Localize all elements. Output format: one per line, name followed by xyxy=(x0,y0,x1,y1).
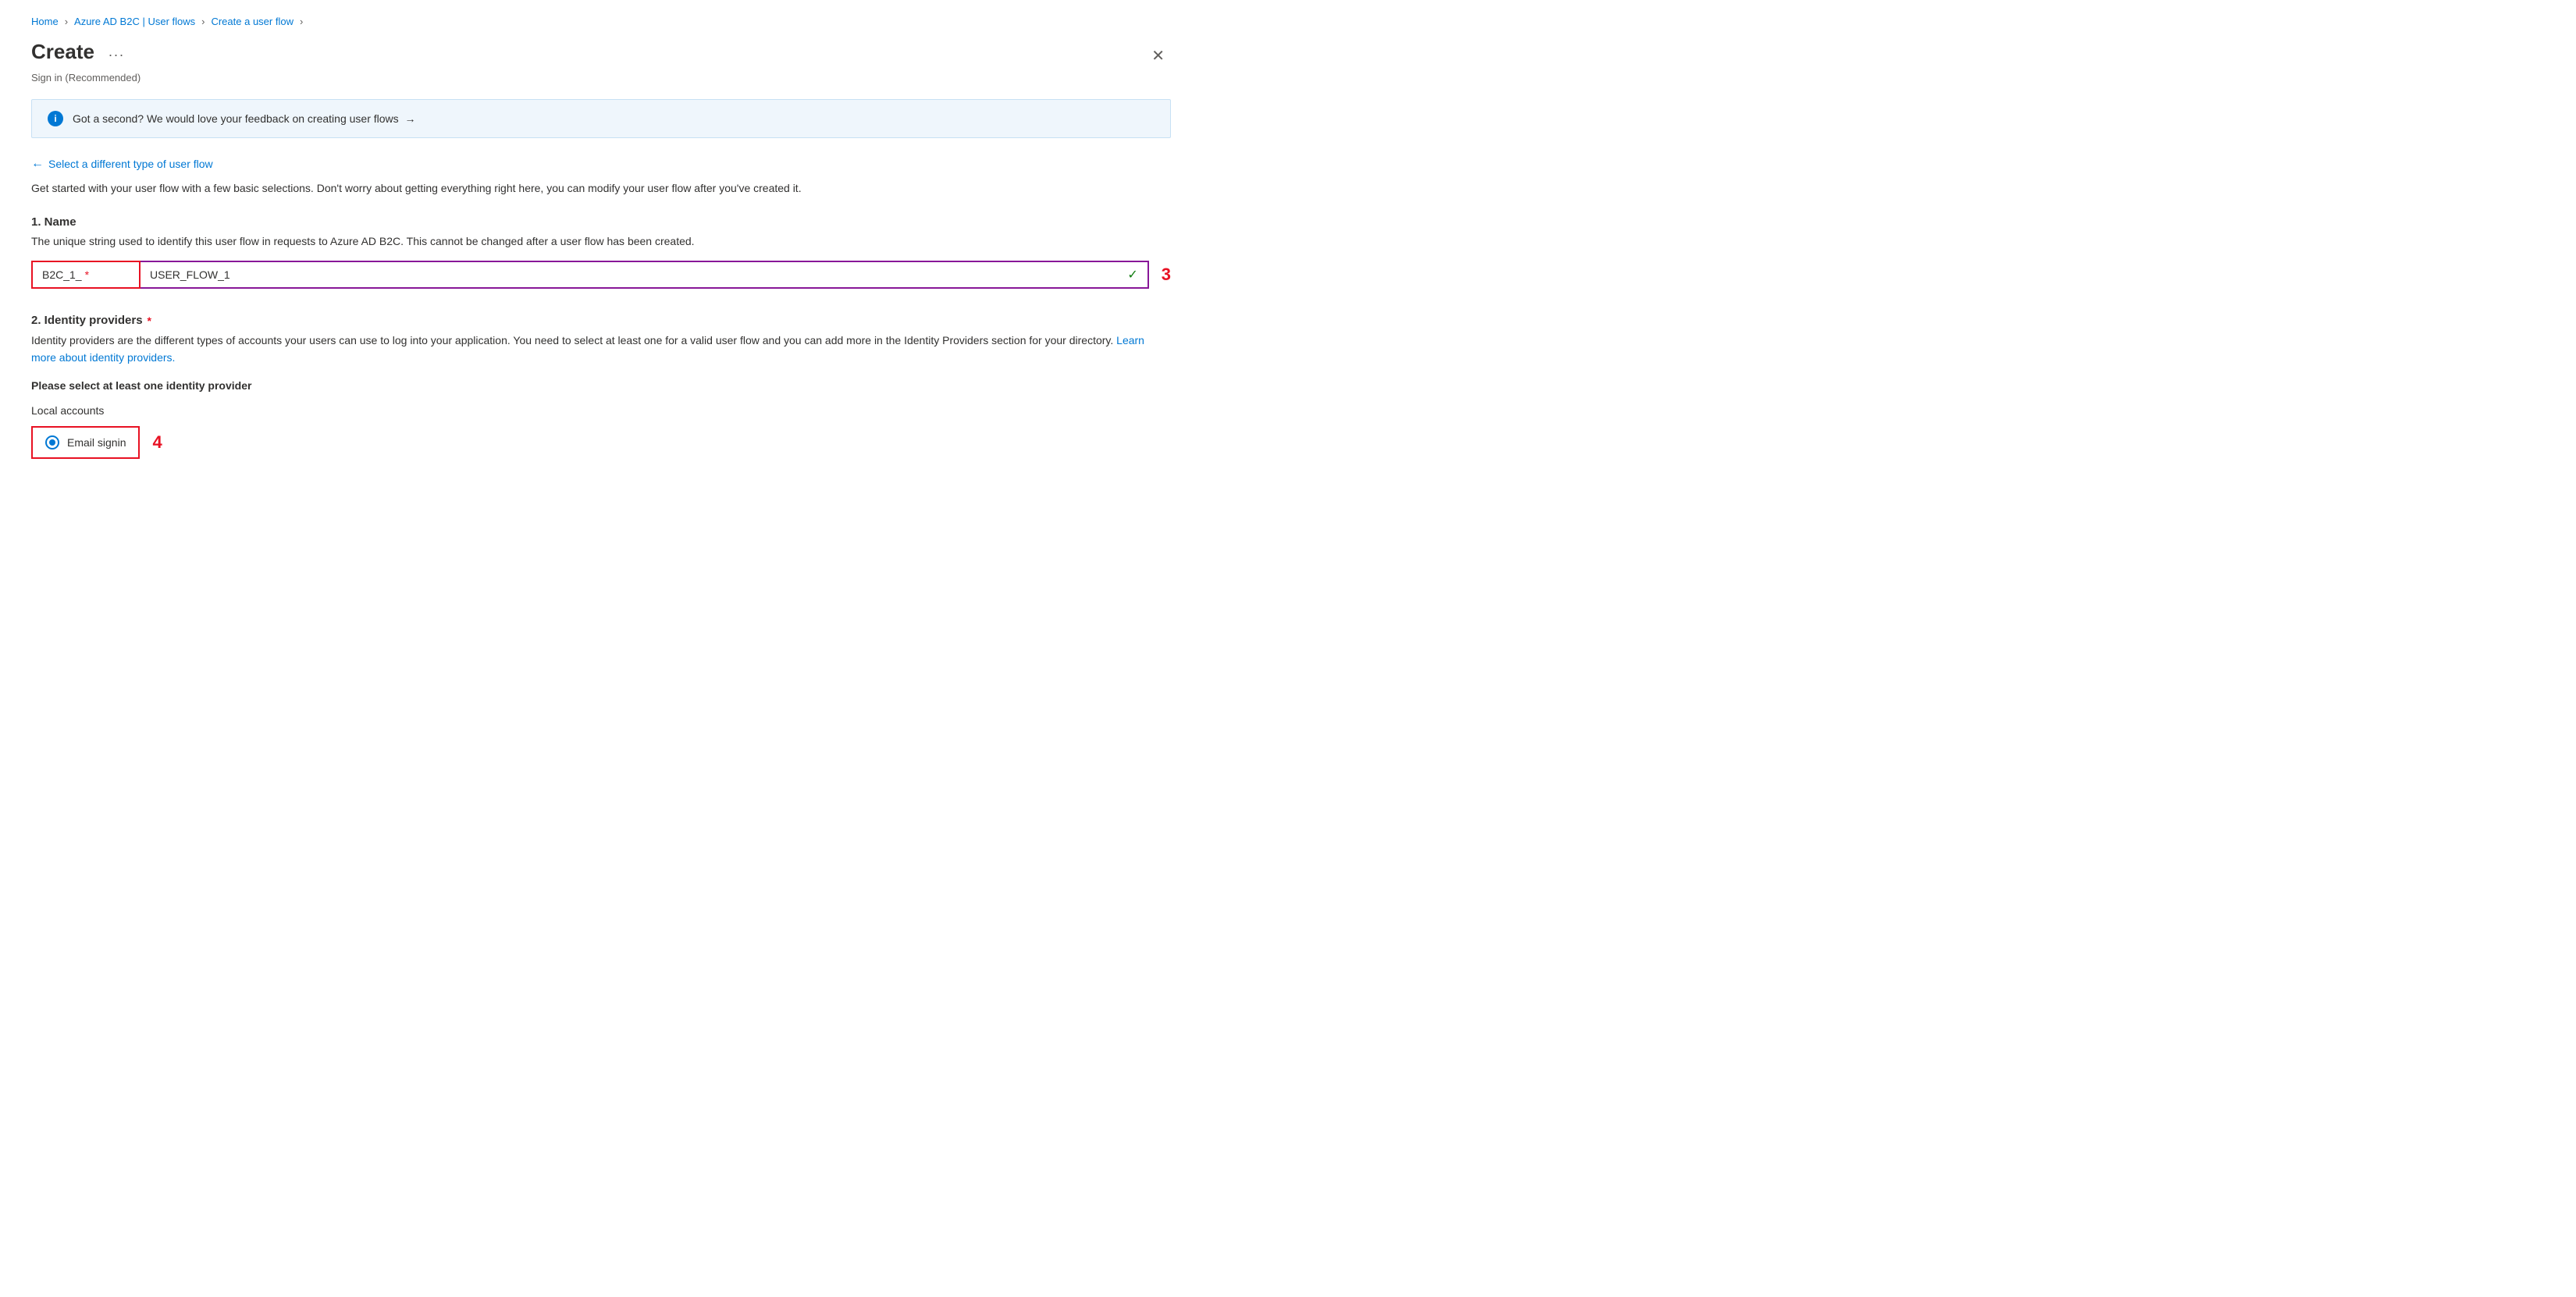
header-left: Create ... xyxy=(31,40,130,64)
name-input-wrapper: ✓ xyxy=(141,261,1149,289)
info-banner-text: Got a second? We would love your feedbac… xyxy=(73,112,416,125)
breadcrumb-sep-3: › xyxy=(300,16,303,27)
radio-circle xyxy=(45,435,59,450)
please-select-text: Please select at least one identity prov… xyxy=(31,379,1171,392)
breadcrumb: Home › Azure AD B2C | User flows › Creat… xyxy=(31,16,1171,27)
back-link-label: Select a different type of user flow xyxy=(48,158,213,170)
name-prefix-box: B2C_1_ * xyxy=(31,261,141,289)
email-signin-option[interactable]: Email signin xyxy=(31,426,140,459)
section2-title-row: 2. Identity providers * xyxy=(31,314,1171,327)
email-signin-label: Email signin xyxy=(67,436,126,449)
page-title: Create xyxy=(31,40,94,64)
section2-title: 2. Identity providers xyxy=(31,314,143,327)
name-input-row: B2C_1_ * ✓ 3 xyxy=(31,261,1171,289)
identity-description: Identity providers are the different typ… xyxy=(31,332,1171,367)
identity-desc-text: Identity providers are the different typ… xyxy=(31,334,1116,346)
back-arrow-icon: ← xyxy=(31,157,44,171)
page-container: Home › Azure AD B2C | User flows › Creat… xyxy=(0,0,1202,474)
breadcrumb-create-user-flow[interactable]: Create a user flow xyxy=(211,16,294,27)
annotation-4: 4 xyxy=(152,432,162,453)
close-button[interactable]: ✕ xyxy=(1145,43,1171,69)
info-icon: i xyxy=(48,111,63,126)
required-star-2: * xyxy=(148,314,151,327)
breadcrumb-user-flows[interactable]: Azure AD B2C | User flows xyxy=(74,16,195,27)
radio-inner xyxy=(49,439,55,446)
info-banner[interactable]: i Got a second? We would love your feedb… xyxy=(31,99,1171,138)
section1-description: The unique string used to identify this … xyxy=(31,233,1171,250)
input-check-icon: ✓ xyxy=(1127,267,1137,282)
required-star-1: * xyxy=(85,268,89,281)
page-subtitle: Sign in (Recommended) xyxy=(31,72,1171,84)
name-input[interactable] xyxy=(141,262,1147,287)
section1-title: 1. Name xyxy=(31,215,1171,229)
header-row: Create ... ✕ xyxy=(31,40,1171,69)
ellipsis-button[interactable]: ... xyxy=(104,42,130,62)
local-accounts-label: Local accounts xyxy=(31,404,1171,417)
back-link[interactable]: ← Select a different type of user flow xyxy=(31,157,1171,171)
name-prefix: B2C_1_ xyxy=(42,268,82,281)
breadcrumb-sep-1: › xyxy=(65,16,68,27)
info-arrow: → xyxy=(405,112,416,125)
breadcrumb-home[interactable]: Home xyxy=(31,16,59,27)
breadcrumb-sep-2: › xyxy=(201,16,205,27)
annotation-3: 3 xyxy=(1162,266,1171,283)
flow-description: Get started with your user flow with a f… xyxy=(31,180,1171,197)
